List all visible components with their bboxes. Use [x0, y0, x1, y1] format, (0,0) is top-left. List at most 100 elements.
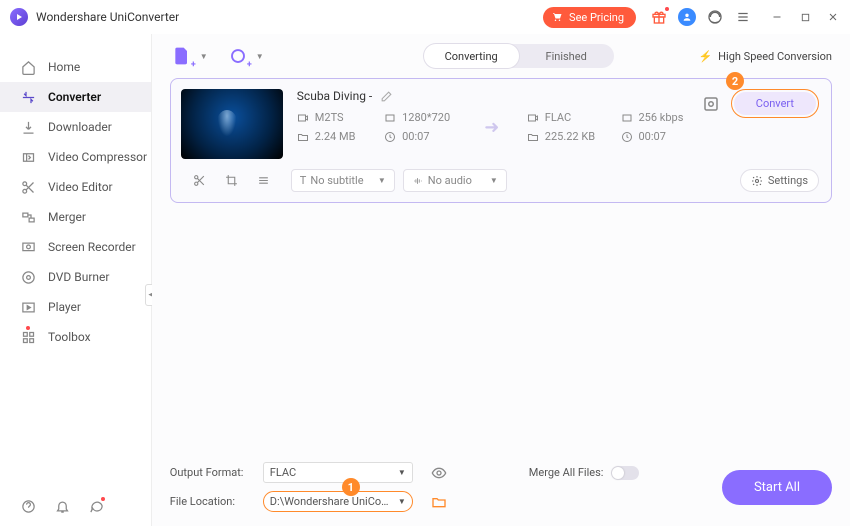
more-icon[interactable]	[257, 174, 271, 188]
home-icon	[20, 59, 36, 75]
file-settings-icon[interactable]	[701, 94, 721, 114]
video-icon	[297, 112, 309, 124]
sidebar-item-label: Downloader	[48, 120, 112, 134]
see-pricing-label: See Pricing	[569, 11, 624, 24]
sidebar-item-home[interactable]: Home	[0, 52, 151, 82]
arrow-right-icon: ➜	[484, 117, 499, 138]
bitrate-icon	[621, 112, 633, 124]
download-icon	[20, 119, 36, 135]
sidebar-item-label: Player	[48, 300, 81, 314]
edit-name-icon[interactable]	[380, 90, 393, 103]
help-icon[interactable]	[20, 498, 36, 514]
support-icon[interactable]	[706, 8, 724, 26]
add-file-button[interactable]: +	[170, 44, 194, 68]
subtitle-dropdown[interactable]: TNo subtitle ▼	[291, 169, 395, 192]
sidebar-item-label: Video Editor	[48, 180, 113, 194]
sidebar-item-player[interactable]: Player	[0, 292, 151, 322]
grid-icon	[20, 329, 36, 345]
user-avatar[interactable]	[678, 8, 696, 26]
sidebar-item-editor[interactable]: Video Editor	[0, 172, 151, 202]
bolt-icon: ⚡	[698, 50, 712, 63]
file-location-value: D:\Wondershare UniConverter 1	[270, 495, 390, 508]
sidebar-item-toolbox[interactable]: Toolbox	[0, 322, 151, 352]
sidebar-item-label: Toolbox	[48, 330, 91, 344]
dst-dur: 00:07	[639, 130, 666, 143]
clock-icon	[621, 131, 633, 143]
audio-value: No audio	[428, 174, 472, 187]
preview-icon[interactable]	[431, 465, 461, 481]
output-format-dropdown[interactable]: FLAC ▼	[263, 462, 413, 483]
window-minimize-button[interactable]	[770, 10, 784, 24]
tab-finished[interactable]: Finished	[519, 44, 614, 68]
cart-icon	[551, 11, 563, 23]
sidebar-item-label: Converter	[48, 90, 101, 104]
sidebar-item-merger[interactable]: Merger	[0, 202, 151, 232]
src-format: M2TS	[315, 111, 344, 124]
chevron-down-icon: ▼	[490, 176, 498, 185]
audio-icon	[527, 112, 539, 124]
gear-icon	[751, 175, 763, 187]
sidebar-item-converter[interactable]: Converter	[0, 82, 151, 112]
merge-toggle[interactable]	[611, 466, 639, 480]
record-icon	[20, 239, 36, 255]
dst-format: FLAC	[545, 111, 571, 124]
bell-icon[interactable]	[54, 498, 70, 514]
open-folder-icon[interactable]	[431, 494, 461, 510]
file-card: Scuba Diving - M2TS 1280*720 2.24 MB 00:…	[170, 78, 832, 203]
see-pricing-button[interactable]: See Pricing	[543, 7, 636, 28]
trim-icon[interactable]	[193, 174, 207, 188]
start-all-button[interactable]: Start All	[722, 470, 832, 505]
wave-icon	[412, 176, 424, 186]
audio-dropdown[interactable]: No audio ▼	[403, 169, 507, 192]
sidebar-item-label: DVD Burner	[48, 270, 109, 284]
resolution-icon	[384, 112, 396, 124]
subtitle-icon: T	[300, 174, 307, 187]
merge-label: Merge All Files:	[529, 466, 604, 479]
chevron-down-icon[interactable]: ▼	[256, 52, 264, 61]
callout-badge-2: 2	[726, 72, 744, 90]
output-format-value: FLAC	[270, 466, 296, 479]
src-size: 2.24 MB	[315, 130, 356, 143]
sidebar-item-label: Merger	[48, 210, 86, 224]
dst-bitrate: 256 kbps	[639, 111, 684, 124]
file-location-label: File Location:	[170, 495, 255, 508]
scissors-icon	[20, 179, 36, 195]
status-segmented: Converting Finished	[424, 44, 614, 68]
converter-icon	[20, 89, 36, 105]
settings-label: Settings	[768, 174, 808, 187]
file-location-dropdown[interactable]: D:\Wondershare UniConverter 1 ▼ 1	[263, 491, 413, 512]
app-title: Wondershare UniConverter	[36, 10, 179, 24]
sidebar: Home Converter Downloader Video Compress…	[0, 34, 152, 526]
subtitle-value: No subtitle	[310, 174, 363, 187]
item-settings-button[interactable]: Settings	[740, 169, 819, 192]
crop-icon[interactable]	[225, 174, 239, 188]
src-dur: 00:07	[402, 130, 429, 143]
chevron-down-icon: ▼	[398, 468, 406, 477]
chevron-down-icon: ▼	[378, 176, 386, 185]
sidebar-item-recorder[interactable]: Screen Recorder	[0, 232, 151, 262]
clock-icon	[384, 131, 396, 143]
output-format-label: Output Format:	[170, 466, 255, 479]
sidebar-item-label: Screen Recorder	[48, 240, 136, 254]
hamburger-icon[interactable]	[734, 8, 752, 26]
feedback-icon[interactable]	[88, 498, 104, 514]
dst-size: 225.22 KB	[545, 130, 595, 143]
chevron-down-icon[interactable]: ▼	[200, 52, 208, 61]
folder-icon	[527, 131, 539, 143]
app-logo	[10, 8, 28, 26]
tab-converting[interactable]: Converting	[424, 44, 519, 68]
callout-badge-1: 1	[342, 478, 360, 496]
sidebar-item-dvd[interactable]: DVD Burner	[0, 262, 151, 292]
window-close-button[interactable]	[826, 10, 840, 24]
window-maximize-button[interactable]	[798, 10, 812, 24]
sidebar-item-downloader[interactable]: Downloader	[0, 112, 151, 142]
gift-icon[interactable]	[650, 8, 668, 26]
video-thumbnail[interactable]	[181, 89, 283, 159]
high-speed-toggle[interactable]: ⚡ High Speed Conversion	[698, 50, 832, 63]
file-name: Scuba Diving -	[297, 89, 372, 103]
sidebar-item-compressor[interactable]: Video Compressor	[0, 142, 151, 172]
play-icon	[20, 299, 36, 315]
disc-icon	[20, 269, 36, 285]
convert-button[interactable]: Convert	[734, 92, 816, 115]
add-url-button[interactable]: +	[226, 44, 250, 68]
